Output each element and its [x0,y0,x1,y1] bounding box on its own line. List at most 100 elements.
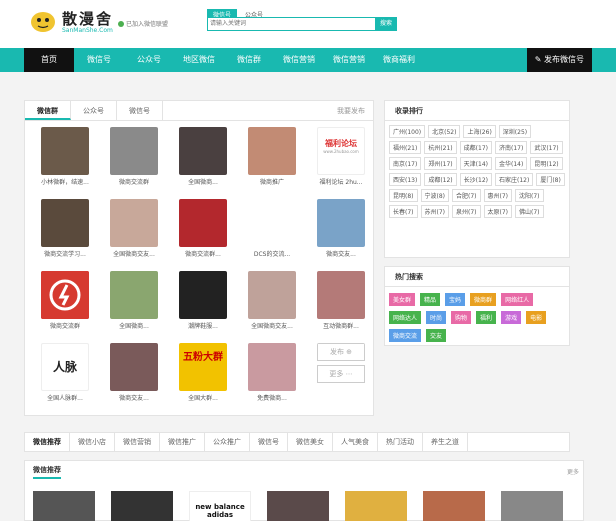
hot-tag[interactable]: 福利 [476,311,497,324]
group-thumbnail[interactable] [248,199,296,247]
group-thumbnail[interactable] [317,199,365,247]
category-tab[interactable]: 微信营销 [115,433,160,451]
group-thumbnail[interactable]: 人脉 [41,343,89,391]
group-item[interactable]: 微商推广 [240,127,304,187]
recommend-thumbnail[interactable] [111,491,173,521]
hot-tag[interactable]: 电影 [526,311,547,324]
group-item[interactable]: 五粉大群 全国大群... [171,343,235,403]
group-item[interactable]: 微商交流学习... [33,199,97,259]
group-caption[interactable]: DCS的交流... [240,249,304,258]
rank-tag[interactable]: 济南(17) [494,141,528,154]
group-thumbnail[interactable] [317,271,365,319]
group-thumbnail[interactable] [110,343,158,391]
group-item[interactable]: 微商交流群... [171,199,235,259]
group-thumbnail[interactable] [179,127,227,175]
group-thumbnail[interactable] [179,271,227,319]
category-tab[interactable]: 微信号 [250,433,288,451]
power-icon[interactable] [41,271,89,319]
rank-tag[interactable]: 成都(17) [459,141,492,154]
recommend-thumbnail[interactable] [345,491,407,521]
search-input[interactable] [210,19,370,29]
group-caption[interactable]: 全国微商交友... [240,321,304,330]
rank-tag[interactable]: 北京(52) [428,125,461,138]
group-caption[interactable]: 免费微商... [240,393,304,402]
group-item[interactable]: 免费微商... [240,343,304,403]
rank-tag[interactable]: 太原(7) [483,205,512,218]
group-item[interactable]: 微商交友... [102,343,166,403]
group-caption[interactable]: 微商交友... [102,393,166,402]
group-caption[interactable]: 微商交流群 [33,321,97,330]
group-item[interactable]: 互动微商群... [309,271,373,331]
group-thumbnail[interactable] [41,127,89,175]
group-caption[interactable]: 微商交流群... [171,249,235,258]
hot-tag[interactable]: 交友 [426,329,447,342]
tab-group[interactable]: 微信群 [25,101,71,120]
rank-tag[interactable]: 天津(14) [459,157,492,170]
group-thumbnail[interactable] [248,343,296,391]
nav-item-marketing[interactable]: 微信营销 [274,48,324,72]
rank-tag[interactable]: 长沙(12) [459,173,492,186]
nav-item-wechat[interactable]: 微信号 [74,48,124,72]
hot-tag[interactable]: 游戏 [501,311,522,324]
hot-tag[interactable]: 微商交流 [389,329,422,342]
hot-tag[interactable]: 购物 [451,311,472,324]
nav-item-public[interactable]: 公众号 [124,48,174,72]
group-item[interactable]: DCS的交流... [240,199,304,259]
rank-tag[interactable]: 佛山(7) [515,205,544,218]
rank-tag[interactable]: 沈阳(7) [515,189,544,202]
group-thumbnail[interactable]: 发布 ⊕ 更多 ⋯ [317,343,365,393]
group-item[interactable]: 全国微商交友... [240,271,304,331]
recommend-thumbnail[interactable] [33,491,95,521]
brand-name[interactable]: 散漫舍 [62,8,113,29]
rank-tag[interactable]: 宁波(8) [420,189,449,202]
hot-tag[interactable]: 精品 [420,293,441,306]
nav-item-marketing-2[interactable]: 微信营销 [324,48,374,72]
rank-tag[interactable]: 郑州(17) [424,157,457,170]
publish-link[interactable]: 我要发布 [337,106,365,116]
group-item[interactable]: 全国微商... [102,271,166,331]
nav-item-group[interactable]: 微信群 [224,48,274,72]
category-tab[interactable]: 热门活动 [378,433,423,451]
rank-tag[interactable]: 上海(26) [463,125,496,138]
rank-tag[interactable]: 金华(14) [494,157,528,170]
nav-item-region[interactable]: 地区微信 [174,48,224,72]
group-item[interactable]: 福利论坛 www.2hubao.com 福利论坛 2hu... [309,127,373,187]
publish-button[interactable]: ✎ 发布微信号 [526,48,592,72]
category-tab[interactable]: 微信推广 [160,433,205,451]
publish-more-button[interactable]: 发布 ⊕ [317,343,365,361]
group-item[interactable]: 微商交友... [309,199,373,259]
group-caption[interactable]: 全国大群... [171,393,235,402]
group-thumbnail[interactable] [248,271,296,319]
group-item[interactable]: 微商交流群 [33,271,97,331]
nav-item-welfare[interactable]: 微商福利 [374,48,424,72]
category-tab[interactable]: 微信美女 [288,433,333,451]
rank-tag[interactable]: 南京(17) [389,157,422,170]
hot-tag[interactable]: 微商群 [470,293,497,306]
rank-tag[interactable]: 长春(7) [389,205,418,218]
group-thumbnail[interactable] [110,199,158,247]
group-item[interactable]: 全国微商交友... [102,199,166,259]
group-caption[interactable]: 小林微群，结速... [33,177,97,186]
group-caption[interactable]: 全国微商... [102,321,166,330]
group-thumbnail[interactable] [110,127,158,175]
group-thumbnail[interactable] [110,271,158,319]
category-tab[interactable]: 微信小店 [70,433,115,451]
group-caption[interactable]: 福利论坛 2hu... [309,177,373,186]
category-tab[interactable]: 养生之道 [423,433,468,451]
hot-tag[interactable]: 网络达人 [389,311,422,324]
recommend-thumbnail[interactable]: new balance adidas [189,491,251,521]
rank-tag[interactable]: 石家庄(12) [494,173,534,186]
group-caption[interactable]: 互动微商群... [309,321,373,330]
group-item[interactable]: 潮牌鞋服... [171,271,235,331]
group-caption[interactable]: 全国微商... [171,177,235,186]
group-caption[interactable]: 微商交流学习... [33,249,97,258]
group-caption[interactable]: 全国微商交友... [102,249,166,258]
hot-tag[interactable]: 网络红人 [501,293,534,306]
rank-tag[interactable]: 昆明(8) [389,189,418,202]
category-tab[interactable]: 微信推荐 [25,433,70,451]
group-thumbnail[interactable]: 福利论坛 www.2hubao.com [317,127,365,175]
group-item[interactable]: 人脉 全国人脉群... [33,343,97,403]
hot-tag[interactable]: 宝妈 [445,293,466,306]
rank-tag[interactable]: 广州(100) [389,125,426,138]
rank-tag[interactable]: 苏州(7) [420,205,449,218]
